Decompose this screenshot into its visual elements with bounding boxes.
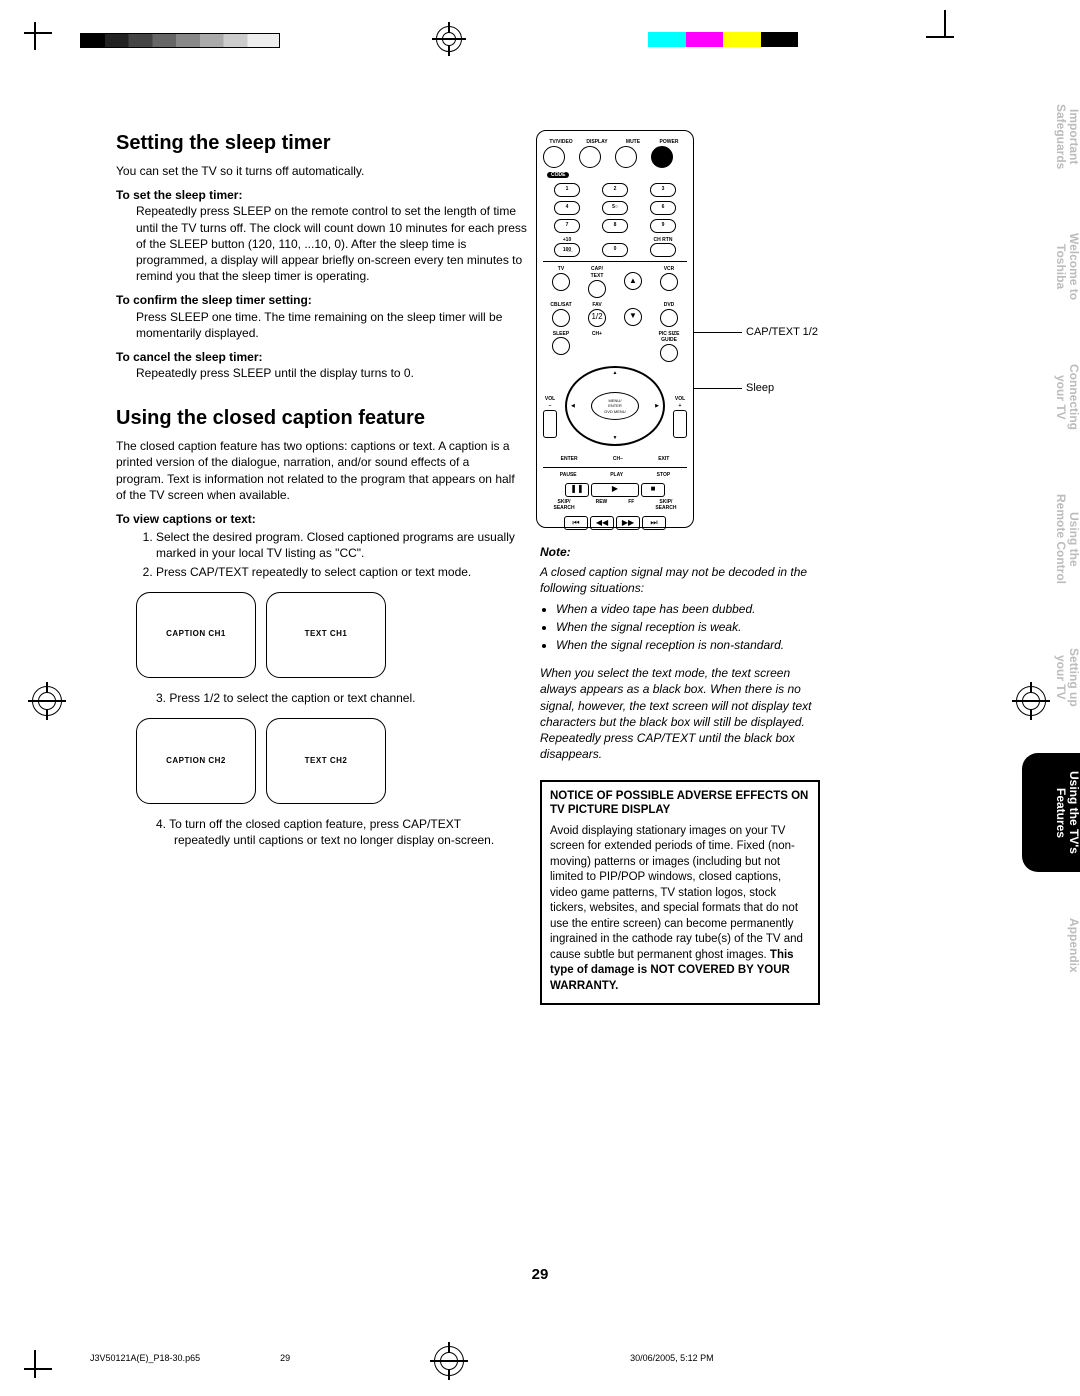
lead-closed-caption: The closed caption feature has two optio… — [116, 438, 516, 503]
callout-line-captext — [694, 332, 742, 333]
tab-features: Using the TV'sFeatures — [1022, 753, 1080, 872]
tab-connecting: Connectingyour TV — [1022, 346, 1080, 448]
footer-date: 30/06/2005, 5:12 PM — [630, 1352, 714, 1364]
tab-setting-up: Setting upyour TV — [1022, 630, 1080, 725]
grayscale-bar — [80, 33, 280, 48]
crop-mark-bl — [24, 1340, 62, 1378]
crop-mark-tl — [24, 22, 64, 50]
warranty-warning-box: NOTICE OF POSSIBLE ADVERSE EFFECTS ON TV… — [540, 780, 820, 1004]
note-heading: Note: — [540, 544, 820, 560]
body-confirm-sleep-timer: Press SLEEP one time. The time remaining… — [136, 309, 536, 341]
footer-meta: J3V50121A(E)_P18-30.p65 29 30/06/2005, 5… — [90, 1352, 890, 1364]
footer-file: J3V50121A(E)_P18-30.p65 — [90, 1352, 200, 1364]
note-item-3: When the signal reception is non-standar… — [556, 637, 820, 653]
sub-set-sleep-timer: To set the sleep timer: — [116, 187, 816, 203]
cmyk-color-bar — [648, 32, 798, 47]
cc-step-3: 3. Press 1/2 to select the caption or te… — [156, 690, 516, 706]
warning-body: Avoid displaying stationary images on yo… — [550, 824, 810, 995]
crop-mark-tr — [916, 10, 956, 38]
callout-captext: CAP/TEXT 1/2 — [746, 325, 818, 340]
callout-line-sleep — [694, 388, 742, 389]
right-column: Note: A closed caption signal may not be… — [540, 490, 820, 1005]
body-set-sleep-timer: Repeatedly press SLEEP on the remote con… — [136, 203, 536, 284]
footer-page: 29 — [280, 1352, 290, 1364]
page-number: 29 — [0, 1265, 1080, 1285]
lead-sleep-timer: You can set the TV so it turns off autom… — [116, 163, 516, 179]
note-paragraph: When you select the text mode, the text … — [540, 665, 820, 762]
sub-confirm-sleep-timer: To confirm the sleep timer setting: — [116, 292, 816, 308]
registration-mark-top — [430, 20, 468, 58]
tab-remote: Using theRemote Control — [1022, 476, 1080, 602]
side-tabs: ImportantSafeguards Welcome toToshiba Co… — [1004, 86, 1080, 991]
note-intro: A closed caption signal may not be decod… — [540, 564, 820, 596]
remote-illustration: TV/VIDEO DISPLAY MUTE POWER CODE 123 45○… — [536, 130, 694, 528]
screen-caption-ch1: CAPTION CH1 — [136, 592, 256, 678]
heading-sleep-timer: Setting the sleep timer — [116, 130, 816, 157]
warning-title: NOTICE OF POSSIBLE ADVERSE EFFECTS ON TV… — [550, 790, 810, 818]
tab-safeguards: ImportantSafeguards — [1022, 86, 1080, 187]
screen-caption-ch2: CAPTION CH2 — [136, 718, 256, 804]
screens-row-2: CAPTION CH2 TEXT CH2 — [136, 718, 516, 804]
screen-text-ch2: TEXT CH2 — [266, 718, 386, 804]
sub-view-captions: To view captions or text: — [116, 511, 516, 527]
cc-step-4: 4. To turn off the closed caption featur… — [156, 816, 516, 848]
note-item-1: When a video tape has been dubbed. — [556, 601, 820, 617]
screens-row-1: CAPTION CH1 TEXT CH1 — [136, 592, 516, 678]
screen-text-ch1: TEXT CH1 — [266, 592, 386, 678]
tab-welcome: Welcome toToshiba — [1022, 215, 1080, 318]
sub-cancel-sleep-timer: To cancel the sleep timer: — [116, 349, 816, 365]
cc-step-2: Press CAP/TEXT repeatedly to select capt… — [156, 564, 516, 580]
note-item-2: When the signal reception is weak. — [556, 619, 820, 635]
callout-sleep: Sleep — [746, 381, 774, 396]
registration-mark-left — [28, 682, 66, 720]
cc-step-1: Select the desired program. Closed capti… — [156, 529, 516, 561]
body-cancel-sleep-timer: Repeatedly press SLEEP until the display… — [136, 365, 536, 381]
section-closed-caption: Using the closed caption feature The clo… — [116, 405, 516, 848]
tab-appendix: Appendix — [1022, 900, 1080, 991]
note-list: When a video tape has been dubbed. When … — [556, 601, 820, 654]
heading-closed-caption: Using the closed caption feature — [116, 405, 516, 432]
